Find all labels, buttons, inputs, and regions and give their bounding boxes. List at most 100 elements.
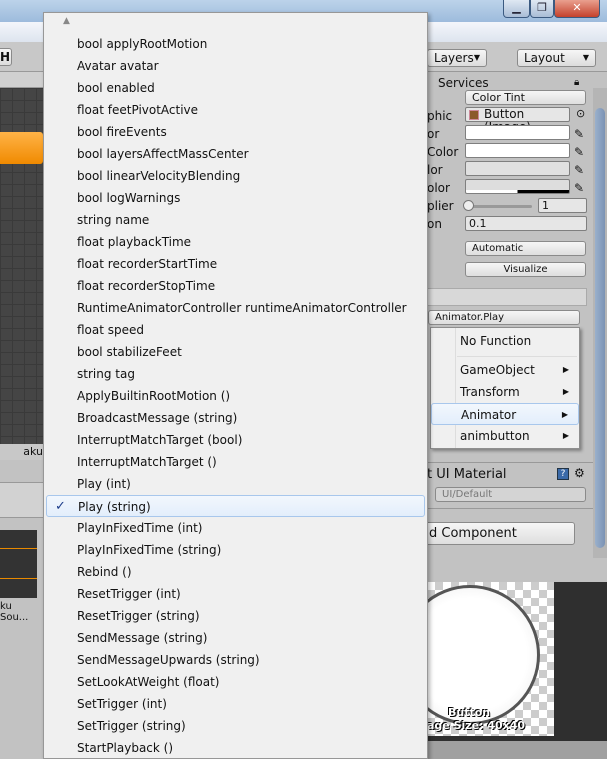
- slider-handle[interactable]: [463, 200, 474, 211]
- menu-item[interactable]: string name: [44, 209, 427, 231]
- inspector-scrollbar[interactable]: [593, 88, 607, 558]
- menu-item-label: RuntimeAnimatorController runtimeAnimato…: [77, 301, 407, 315]
- transition-dropdown[interactable]: Color Tint: [465, 90, 586, 105]
- menu-item-label: StartPlayback (): [77, 741, 174, 755]
- layout-dropdown[interactable]: Layout ▼: [517, 49, 596, 67]
- menu-item[interactable]: float playbackTime: [44, 231, 427, 253]
- submenu-item-animbutton[interactable]: animbutton ▶: [431, 425, 579, 447]
- menu-item[interactable]: bool applyRootMotion: [44, 33, 427, 55]
- checkmark-icon: ✓: [55, 499, 66, 514]
- menu-item[interactable]: InterruptMatchTarget (): [44, 451, 427, 473]
- tab-services[interactable]: Services: [438, 76, 489, 90]
- eyedropper-icons[interactable]: ✎ ✎ ✎ ✎: [574, 125, 584, 197]
- menu-item[interactable]: Play (int): [44, 473, 427, 495]
- submenu-label: Transform: [460, 385, 520, 399]
- menu-item[interactable]: Rebind (): [44, 561, 427, 583]
- submenu-item-gameobject[interactable]: GameObject ▶: [431, 359, 579, 381]
- toolbar-button[interactable]: H: [0, 48, 12, 66]
- menu-item[interactable]: ApplyBuiltinRootMotion (): [44, 385, 427, 407]
- menu-item-label: ResetTrigger (string): [77, 609, 200, 623]
- restore-button[interactable]: ❐: [530, 0, 554, 18]
- submenu-label: No Function: [460, 334, 532, 348]
- audio-asset-thumbnail[interactable]: [0, 530, 37, 598]
- menu-item[interactable]: ✓ Play (string): [46, 495, 425, 517]
- menu-item[interactable]: Avatar avatar: [44, 55, 427, 77]
- layers-dropdown[interactable]: Layers ▼: [427, 49, 487, 67]
- asset-label: ku Sou...: [0, 601, 29, 623]
- close-button[interactable]: ✕: [554, 0, 600, 18]
- menu-item-label: BroadcastMessage (string): [77, 411, 238, 425]
- disabled-color-field[interactable]: [465, 179, 570, 194]
- menu-item[interactable]: ResetTrigger (string): [44, 605, 427, 627]
- navigation-dropdown[interactable]: Automatic: [465, 241, 586, 256]
- chevron-right-icon: ▶: [562, 387, 569, 396]
- menu-item-label: Avatar avatar: [77, 59, 159, 73]
- menu-item[interactable]: RuntimeAnimatorController runtimeAnimato…: [44, 297, 427, 319]
- minimize-icon: ▁: [512, 1, 521, 14]
- menu-item[interactable]: SetLookAtWeight (float): [44, 671, 427, 693]
- menu-item[interactable]: bool enabled: [44, 77, 427, 99]
- menu-item-label: string name: [77, 213, 150, 227]
- submenu-item-no-function[interactable]: No Function: [431, 330, 579, 352]
- material-label: t UI Material: [427, 467, 507, 482]
- menu-item[interactable]: SendMessageUpwards (string): [44, 649, 427, 671]
- menu-item[interactable]: float feetPivotActive: [44, 99, 427, 121]
- menu-item[interactable]: bool stabilizeFeet: [44, 341, 427, 363]
- menu-item[interactable]: SetTrigger (string): [44, 715, 427, 737]
- menu-item[interactable]: string tag: [44, 363, 427, 385]
- target-graphic-field[interactable]: Button (Image): [465, 107, 570, 134]
- menu-item[interactable]: float recorderStartTime: [44, 253, 427, 275]
- menu-item-label: float recorderStartTime: [77, 257, 218, 271]
- menu-item[interactable]: float recorderStopTime: [44, 275, 427, 297]
- gear-icon[interactable]: ⚙: [574, 466, 585, 480]
- menu-item[interactable]: InterruptMatchTarget (bool): [44, 429, 427, 451]
- submenu-item-animator[interactable]: Animator ▶: [431, 403, 579, 425]
- visualize-button[interactable]: Visualize: [465, 262, 586, 277]
- menu-item-label: InterruptMatchTarget (): [77, 455, 217, 469]
- chevron-right-icon: ▶: [561, 410, 568, 419]
- menu-item-label: bool logWarnings: [77, 191, 181, 205]
- menu-item[interactable]: SendMessage (string): [44, 627, 427, 649]
- highlighted-color-label: Color: [427, 145, 459, 159]
- menu-item[interactable]: StartPlayback (): [44, 737, 427, 759]
- restore-icon: ❐: [537, 1, 547, 14]
- pressed-color-field[interactable]: [465, 161, 570, 176]
- animator-tab-bar: [0, 72, 43, 88]
- multiplier-slider[interactable]: [467, 205, 532, 208]
- menu-item[interactable]: float speed: [44, 319, 427, 341]
- menu-item[interactable]: bool fireEvents: [44, 121, 427, 143]
- help-icon[interactable]: ?: [557, 468, 569, 480]
- lock-icon[interactable]: 🔒︎: [574, 77, 579, 88]
- menu-item[interactable]: bool linearVelocityBlending: [44, 165, 427, 187]
- multiplier-input[interactable]: 1: [538, 198, 587, 213]
- submenu-item-transform[interactable]: Transform ▶: [431, 381, 579, 403]
- normal-color-field[interactable]: [465, 125, 570, 140]
- menu-item-label: string tag: [77, 367, 135, 381]
- highlighted-color-field[interactable]: [465, 143, 570, 158]
- preview-footer: [427, 741, 607, 759]
- menu-item[interactable]: ResetTrigger (int): [44, 583, 427, 605]
- on-click-header: [427, 288, 587, 306]
- menu-item[interactable]: SetTrigger (int): [44, 693, 427, 715]
- add-component-button[interactable]: d Component: [410, 522, 575, 545]
- menu-item-label: float recorderStopTime: [77, 279, 216, 293]
- menu-item[interactable]: PlayInFixedTime (int): [44, 517, 427, 539]
- menu-item-label: bool stabilizeFeet: [77, 345, 182, 359]
- minimize-button[interactable]: ▁: [503, 0, 530, 18]
- menu-item[interactable]: bool layersAffectMassCenter: [44, 143, 427, 165]
- menu-item-label: SetTrigger (int): [77, 697, 167, 711]
- disabled-color-label: olor: [427, 181, 450, 195]
- menu-item[interactable]: bool logWarnings: [44, 187, 427, 209]
- menu-item-label: PlayInFixedTime (string): [77, 543, 222, 557]
- object-picker-icon[interactable]: ⊙: [576, 107, 585, 120]
- scroll-up-icon[interactable]: ▲: [63, 16, 70, 26]
- fade-duration-input[interactable]: 0.1: [465, 216, 587, 231]
- state-node[interactable]: [0, 132, 43, 164]
- material-dropdown[interactable]: UI/Default: [435, 487, 586, 502]
- image-icon: [469, 110, 479, 120]
- menu-item-label: bool applyRootMotion: [77, 37, 208, 51]
- menu-item[interactable]: PlayInFixedTime (string): [44, 539, 427, 561]
- function-dropdown[interactable]: Animator.Play: [428, 310, 580, 325]
- menu-item[interactable]: BroadcastMessage (string): [44, 407, 427, 429]
- menu-item-label: float speed: [77, 323, 145, 337]
